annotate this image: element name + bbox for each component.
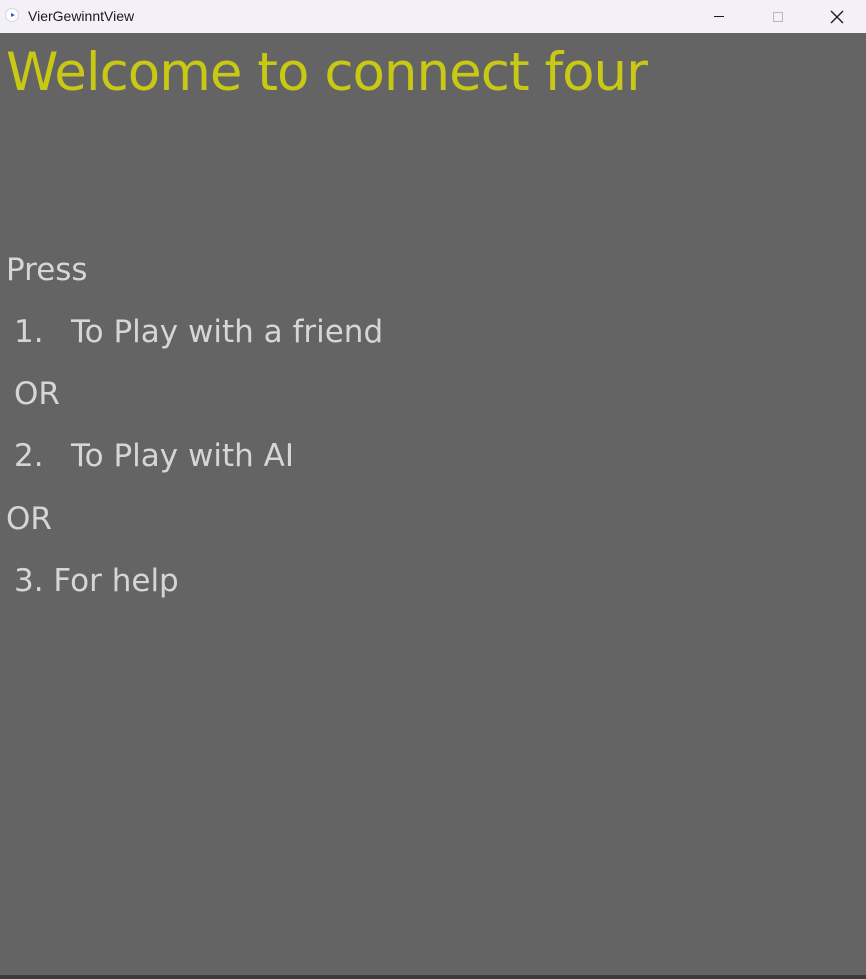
option-number: 1. <box>14 314 44 350</box>
minimize-button[interactable] <box>690 0 748 33</box>
press-label: Press <box>6 252 88 288</box>
option-play-friend: 1. To Play with a friend <box>14 312 383 352</box>
title-bar[interactable]: VierGewinntView <box>0 0 866 33</box>
or-label: OR <box>14 376 60 412</box>
window-bottom-edge <box>0 975 866 979</box>
maximize-icon <box>773 11 783 22</box>
option-play-ai: 2. To Play with AI <box>14 436 294 476</box>
close-button[interactable] <box>808 0 866 33</box>
main-content: Welcome to connect four Press 1. To Play … <box>0 33 866 975</box>
option-help: 3. For help <box>14 563 179 599</box>
option-label: To Play with a friend <box>71 314 384 350</box>
close-icon <box>830 10 844 23</box>
option-label: To Play with AI <box>71 438 294 474</box>
app-window: VierGewinntView Welcome to connect four … <box>0 0 866 979</box>
minimize-icon <box>714 16 724 17</box>
or-label: OR <box>6 501 52 537</box>
app-icon <box>5 8 19 22</box>
option-number: 2. <box>14 438 44 474</box>
window-title: VierGewinntView <box>28 8 135 24</box>
maximize-button[interactable] <box>749 0 807 33</box>
welcome-heading: Welcome to connect four <box>6 42 648 103</box>
